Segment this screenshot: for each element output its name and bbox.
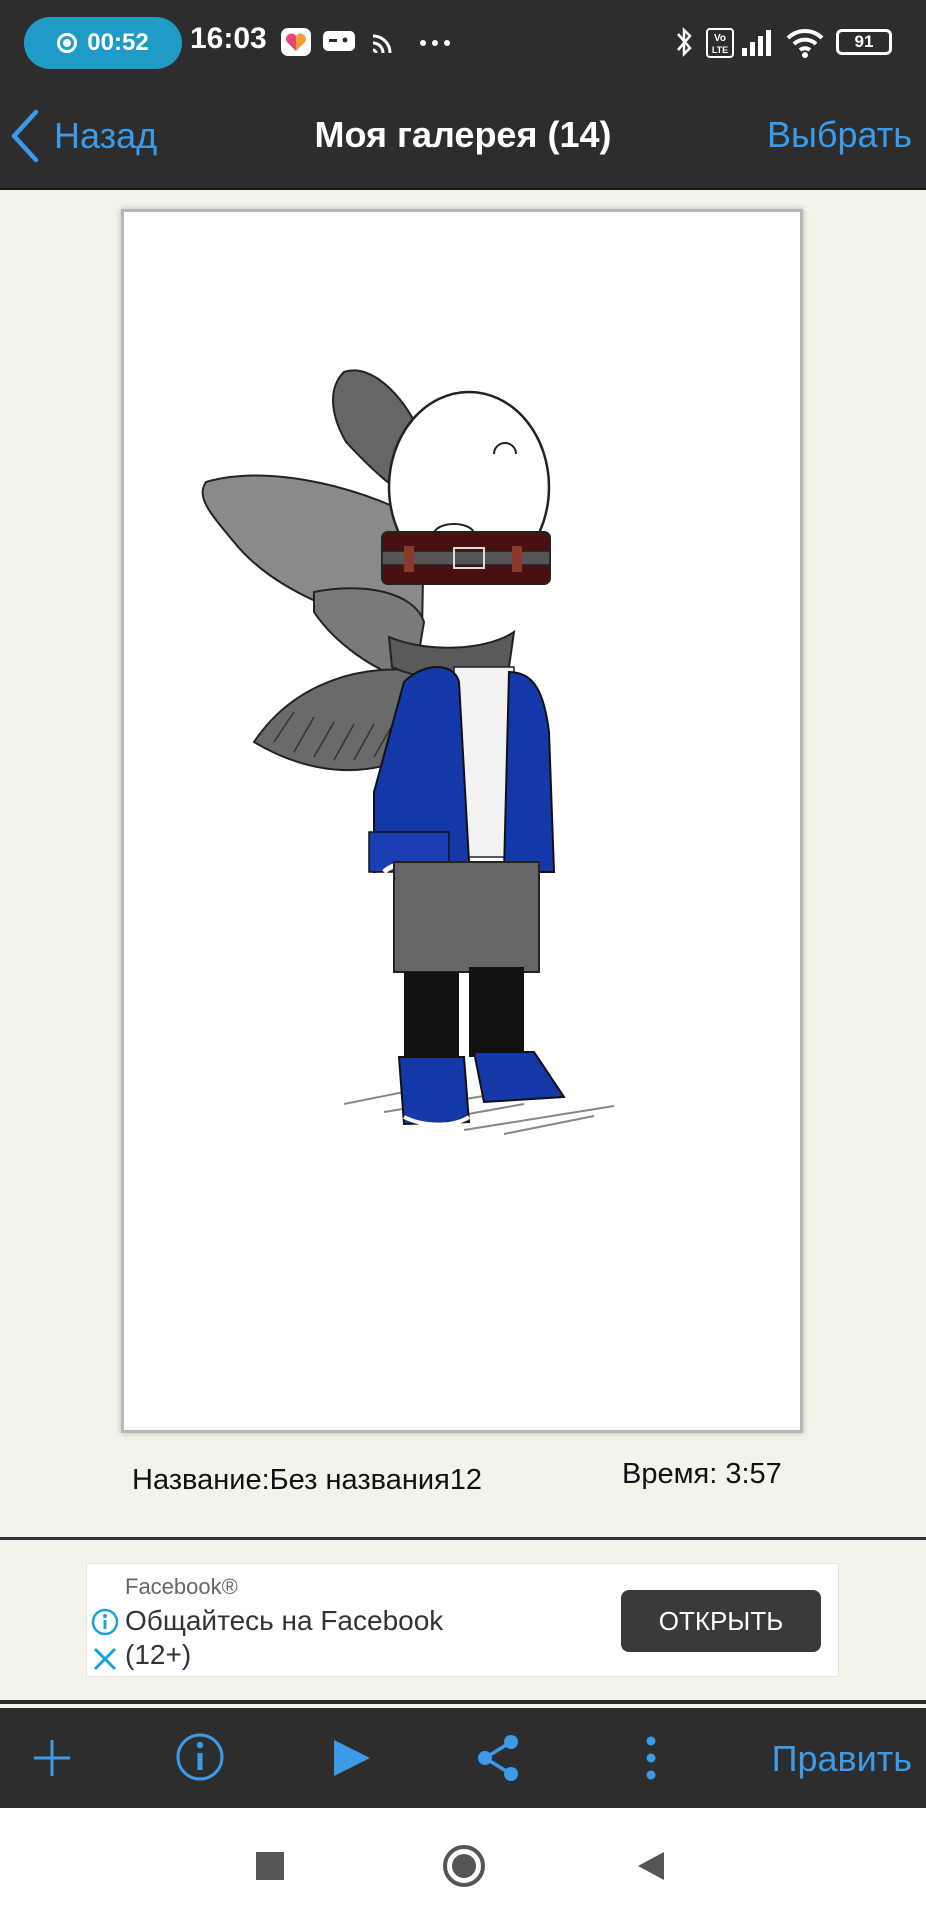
clock: 16:03 bbox=[190, 22, 267, 55]
cast-icon bbox=[372, 34, 392, 54]
battery-icon: 91 bbox=[836, 29, 892, 55]
artwork-name: Название:Без названия12 bbox=[132, 1464, 483, 1496]
battery-level: 91 bbox=[854, 32, 874, 51]
gamepad-icon bbox=[323, 31, 355, 51]
more-vertical-icon[interactable] bbox=[644, 1735, 658, 1781]
top-navigation-bar: Назад Моя галерея (14) Выбрать bbox=[0, 86, 926, 190]
artwork-time: Время: 3:57 bbox=[622, 1458, 782, 1490]
info-icon[interactable] bbox=[175, 1732, 225, 1782]
recording-time: 00:52 bbox=[87, 29, 149, 56]
svg-text:LTE: LTE bbox=[712, 45, 728, 55]
svg-text:Vo: Vo bbox=[714, 33, 726, 44]
home-icon[interactable] bbox=[442, 1844, 486, 1888]
system-navigation-bar bbox=[0, 1808, 926, 1920]
edit-button[interactable]: Править bbox=[772, 1738, 912, 1780]
record-icon bbox=[57, 33, 78, 53]
add-icon[interactable] bbox=[32, 1738, 72, 1778]
select-button[interactable]: Выбрать bbox=[767, 114, 912, 156]
ad-open-button[interactable]: ОТКРЫТЬ bbox=[621, 1590, 821, 1652]
back-button[interactable]: Назад bbox=[10, 106, 157, 166]
status-bar: 00:52 16:03 Vo LTE 91 bbox=[0, 0, 926, 86]
divider bbox=[0, 1537, 926, 1540]
back-nav-icon[interactable] bbox=[636, 1850, 666, 1882]
app-heart-icon bbox=[281, 28, 311, 56]
more-dots-icon bbox=[420, 40, 450, 46]
screen-recording-pill[interactable]: 00:52 bbox=[24, 17, 182, 69]
back-label: Назад bbox=[54, 115, 158, 156]
divider bbox=[0, 1700, 926, 1704]
ad-brand: Facebook® bbox=[125, 1574, 238, 1599]
artwork-preview[interactable] bbox=[121, 209, 803, 1433]
play-icon[interactable] bbox=[332, 1738, 372, 1778]
artwork-image bbox=[201, 369, 615, 1135]
chevron-left-icon bbox=[11, 110, 39, 162]
ad-text: Общайтесь на Facebook (12+) bbox=[125, 1605, 444, 1670]
bluetooth-icon bbox=[677, 26, 692, 58]
bottom-toolbar: Править bbox=[0, 1708, 926, 1808]
ad-close-icon[interactable] bbox=[91, 1646, 119, 1672]
ad-info-icon[interactable] bbox=[91, 1608, 119, 1636]
volte-icon: Vo LTE bbox=[706, 28, 734, 58]
signal-icon bbox=[742, 30, 771, 56]
recents-icon[interactable] bbox=[256, 1852, 284, 1880]
ad-banner[interactable]: Facebook® Общайтесь на Facebook (12+) ОТ… bbox=[86, 1563, 839, 1677]
wifi-icon bbox=[786, 28, 824, 58]
share-icon[interactable] bbox=[475, 1733, 521, 1783]
